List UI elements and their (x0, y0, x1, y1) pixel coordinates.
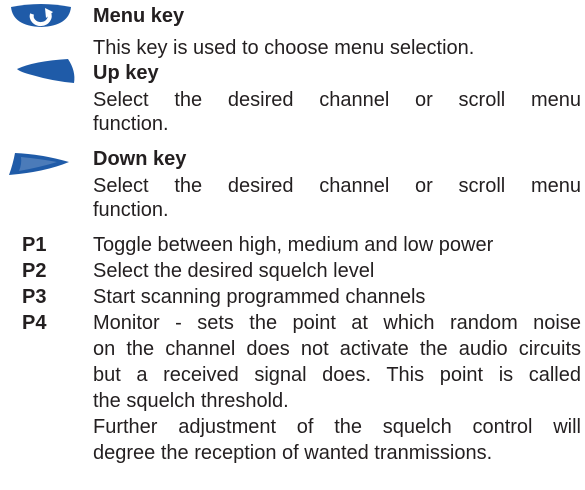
down-key-description: Select the desired channel or scroll men… (93, 174, 581, 222)
p3-description: Start scanning programmed channels (93, 286, 426, 308)
menu-key-icon (11, 4, 71, 27)
p4-description-line-3: but a received signal does. This point i… (93, 364, 581, 386)
menu-key-description: This key is used to choose menu selectio… (93, 37, 475, 59)
p4-label: P4 (22, 312, 47, 334)
up-key-description-line-2: function. (93, 113, 169, 135)
down-key-description-line-1: Select the desired channel or scroll men… (93, 175, 581, 197)
up-key-title: Up key (93, 62, 159, 84)
down-key-title: Down key (93, 148, 187, 170)
p4-description-line-6: degree the reception of wanted tranmissi… (93, 442, 493, 464)
p4-description-line-4: the squelch threshold. (93, 390, 289, 412)
down-key-description-line-2: function. (93, 199, 169, 221)
p4-description-line-1: Monitor - sets the point at which random… (93, 312, 581, 334)
p1-label: P1 (22, 234, 47, 256)
up-key-icon (17, 59, 75, 83)
down-key-icon (9, 153, 69, 175)
p3-label: P3 (22, 286, 47, 308)
p1-description: Toggle between high, medium and low powe… (93, 234, 494, 256)
p4-description-line-2: on the channel does not activate the aud… (93, 338, 581, 360)
up-key-description: Select the desired channel or scroll men… (93, 88, 581, 136)
up-key-description-line-1: Select the desired channel or scroll men… (93, 89, 581, 111)
p4-description-line-5: Further adjustment of the squelch contro… (93, 416, 581, 438)
p2-description: Select the desired squelch level (93, 260, 375, 282)
p4-description: Monitor - sets the point at which random… (93, 311, 581, 467)
p2-label: P2 (22, 260, 47, 282)
menu-key-title: Menu key (93, 5, 185, 27)
